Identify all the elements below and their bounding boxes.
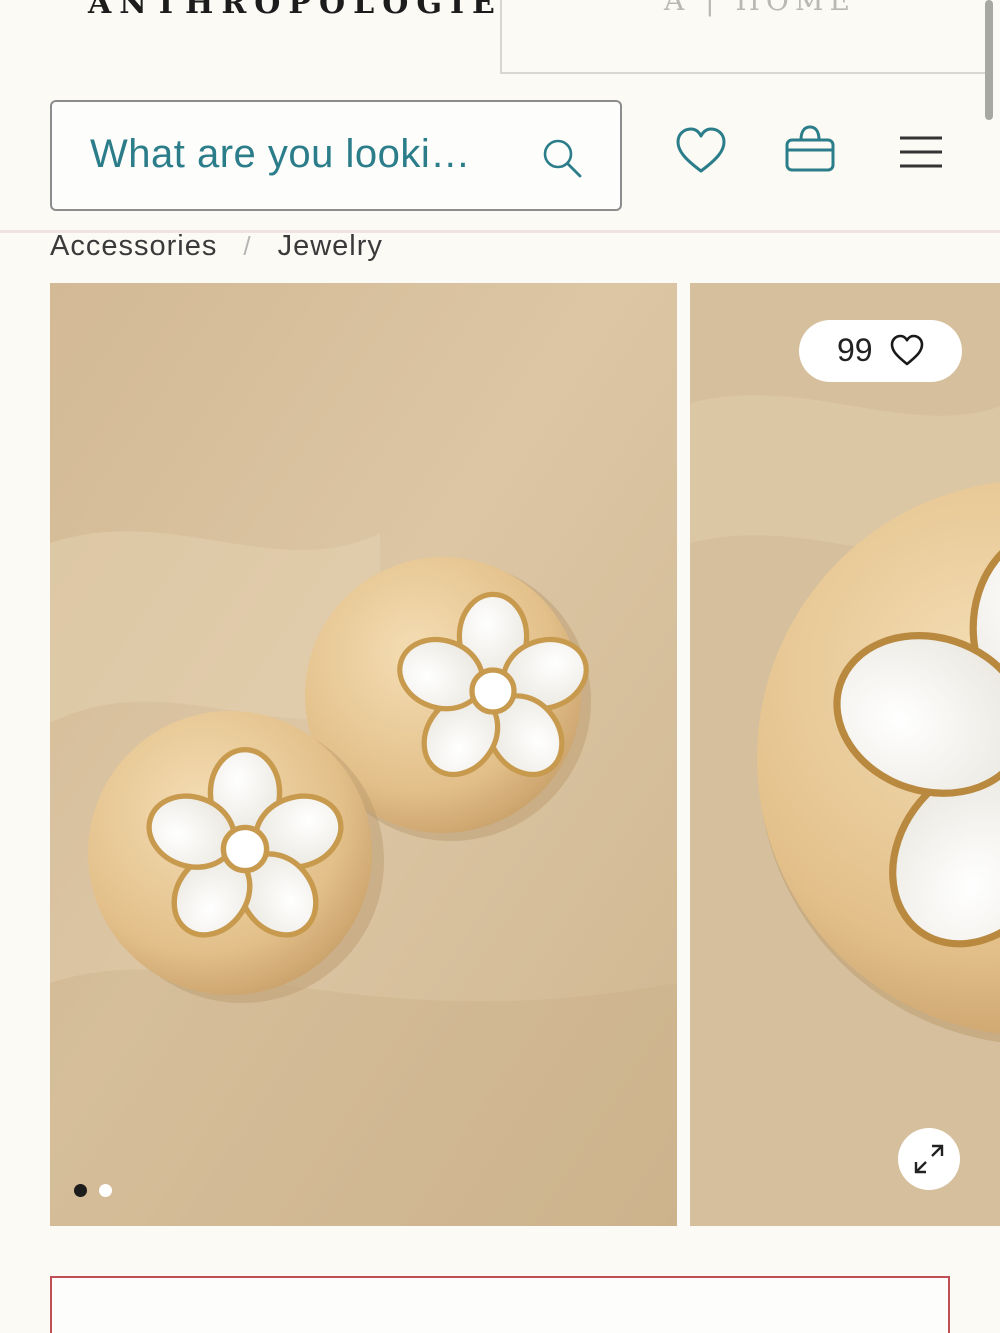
expand-icon <box>914 1144 944 1174</box>
breadcrumb-jewelry[interactable]: Jewelry <box>278 230 383 263</box>
product-image-closeup[interactable] <box>690 283 1000 1226</box>
product-image-gallery[interactable] <box>50 283 1000 1226</box>
home-tab[interactable]: A | HOME <box>500 0 990 74</box>
site-header: What are you looki… <box>0 74 1000 232</box>
promo-banner <box>50 1276 950 1333</box>
breadcrumb: Accessories / Jewelry <box>50 230 383 270</box>
breadcrumb-separator: / <box>243 231 252 261</box>
shopping-bag-icon[interactable] <box>782 122 838 178</box>
expand-image-button[interactable] <box>898 1128 960 1190</box>
product-photo-earring-closeup <box>690 283 1000 1226</box>
heart-icon[interactable] <box>673 124 729 180</box>
product-photo-flower-earrings <box>50 283 677 1226</box>
search-icon[interactable] <box>540 136 584 180</box>
heart-outline-icon <box>890 334 924 366</box>
favorite-button[interactable]: 99 <box>799 320 962 382</box>
carousel-dot[interactable] <box>99 1184 112 1197</box>
favorite-count: 99 <box>837 332 873 368</box>
anthropologie-logo[interactable]: ANTHROPOLOGIE <box>88 0 503 21</box>
product-image-main[interactable] <box>50 283 677 1226</box>
search-input[interactable]: What are you looki… <box>50 100 622 211</box>
breadcrumb-accessories[interactable]: Accessories <box>50 230 217 263</box>
search-placeholder: What are you looki… <box>90 132 471 176</box>
home-tab-label: A | HOME <box>664 0 856 17</box>
hamburger-menu-icon[interactable] <box>894 126 950 182</box>
carousel-dot-active[interactable] <box>74 1184 87 1197</box>
brand-bar: ANTHROPOLOGIE A | HOME <box>0 0 1000 74</box>
